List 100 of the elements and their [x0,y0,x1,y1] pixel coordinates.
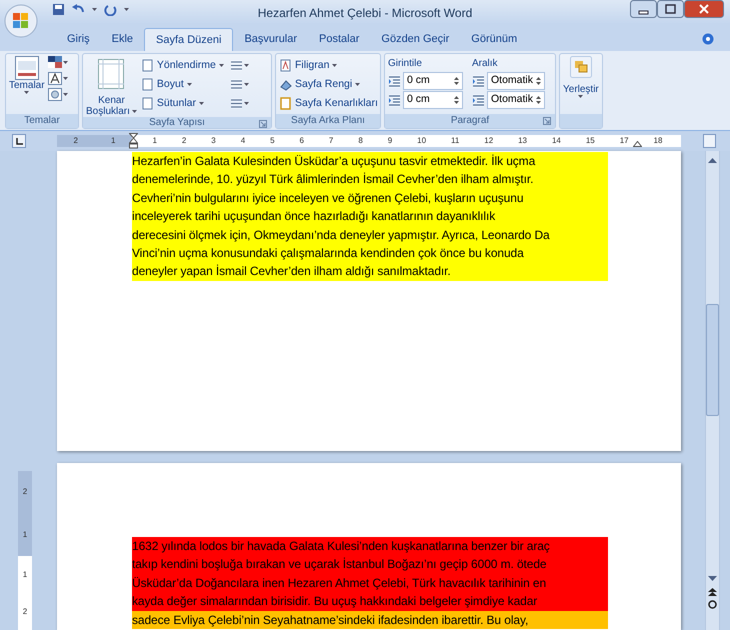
ruler-number: 2 [182,137,186,145]
ribbon-tab[interactable]: Başvurular [233,28,308,51]
close-icon[interactable] [684,0,724,18]
ribbon-button[interactable]: Sayfa Kenarlıkları [279,94,378,113]
ruler-number: 1 [111,137,116,145]
page-icon [140,78,154,91]
dialog-launcher-icon[interactable] [259,120,267,128]
ruler-number: 7 [328,137,334,145]
ruler-number: 15 [586,137,595,145]
ruler-number: 12 [484,137,494,145]
scroll-up-icon[interactable] [708,157,717,163]
ribbon-button[interactable]: Filigran [279,56,378,75]
caret-icon [124,8,129,11]
arrange-button[interactable]: Yerleştir [563,56,599,98]
ruler-number: 8 [358,137,363,145]
spin-field[interactable]: 0 cm [403,72,463,90]
theme-effects-button[interactable] [48,88,68,101]
ruler-number: 14 [552,137,561,145]
ruler-number: 18 [654,137,662,145]
color-swatch-icon [48,56,62,69]
themes-button[interactable]: Temalar [9,56,45,94]
margins-icon [98,59,124,89]
group-label: Paragraf [450,116,490,126]
indent-icon [388,75,401,87]
spin-field[interactable]: Otomatik [487,72,545,90]
ruler-number: 2 [22,488,28,496]
spinner-icon [536,95,541,105]
group-label: Temalar [24,116,60,126]
ruler-number: 10 [417,137,426,145]
ribbon-button[interactable]: Sütunlar [140,94,225,113]
caret-icon [24,91,30,94]
watermark-icon [279,59,292,72]
group-label: Sayfa Arka Planı [291,116,365,126]
section-label: Aralık [472,57,499,71]
caret-icon [199,102,204,105]
caret-icon [244,64,249,67]
minimize-icon[interactable] [630,0,657,18]
theme-fonts-button[interactable] [48,72,68,85]
font-icon [48,72,62,85]
ribbon-button[interactable]: Boyut [140,75,225,94]
previous-page-icon[interactable] [708,588,717,596]
ruler-number: 11 [450,137,460,145]
page-icon [140,97,154,110]
caret-icon [355,83,360,86]
paint-bucket-icon [279,78,292,91]
page-icon [140,59,154,72]
window-title: Hezarfen Ahmet Çelebi - Microsoft Word [258,5,472,22]
ribbon-tab[interactable]: Sayfa Düzeni [144,28,234,51]
spinner-icon [536,76,541,86]
ruler-number: 1 [22,530,28,539]
ruler-number: 1 [152,137,157,145]
spin-field[interactable]: Otomatik [487,91,545,109]
indent-icon [388,94,401,106]
ribbon-tab[interactable]: Postalar [308,28,370,51]
theme-colors-button[interactable] [48,56,68,69]
caret-icon [218,64,224,67]
save-icon [52,3,65,16]
caret-icon [244,102,249,105]
spin-field[interactable]: 0 cm [403,91,463,109]
dialog-launcher-icon[interactable] [543,117,551,125]
caret-icon [62,61,68,64]
ruler-number: 6 [300,137,304,145]
caret-icon [244,83,249,86]
spinner-icon [454,76,459,86]
group-label: Sayfa Yapısı [149,118,205,128]
redo-icon [104,3,117,16]
ribbon-button[interactable]: Yönlendirme [140,56,225,75]
view-ruler-button[interactable] [703,134,716,148]
ruler-number: 17 [620,137,629,145]
ruler-number: 2 [74,137,78,145]
ribbon-tab[interactable]: Ekle [100,28,144,51]
ruler-number: 9 [388,137,392,145]
caret-icon [62,77,68,80]
scroll-thumb[interactable] [706,304,719,416]
group-label-bar [560,114,602,128]
tab-selector[interactable] [12,134,26,148]
browse-object-icon[interactable] [708,600,717,609]
scroll-down-icon[interactable] [708,576,717,582]
caret-icon [186,83,192,86]
breaks-icon [230,59,243,72]
ruler-number: 2 [22,608,28,616]
line-numbers-icon [230,78,243,91]
ruler-number: 5 [270,137,275,145]
hyphenation-icon [230,97,243,110]
caret-icon [332,64,338,67]
section-label: Girintile [388,57,423,71]
ribbon-tab[interactable]: Görünüm [460,28,528,51]
arrange-icon [570,56,592,78]
themes-icon [14,56,39,80]
line-spacing-icon [472,94,485,106]
ribbon-button[interactable]: Sayfa Rengi [279,75,378,94]
ruler-number: 4 [240,137,246,145]
ribbon-tab[interactable]: Giriş [56,28,101,51]
margins-button[interactable]: Kenar Boşlukları [86,56,137,117]
line-spacing-icon [472,75,485,87]
maximize-icon[interactable] [657,0,684,18]
effects-icon [48,88,62,101]
ruler-number: 3 [211,137,216,145]
ruler-number: 1 [22,570,28,579]
ribbon-tab[interactable]: Gözden Geçir [370,28,460,51]
